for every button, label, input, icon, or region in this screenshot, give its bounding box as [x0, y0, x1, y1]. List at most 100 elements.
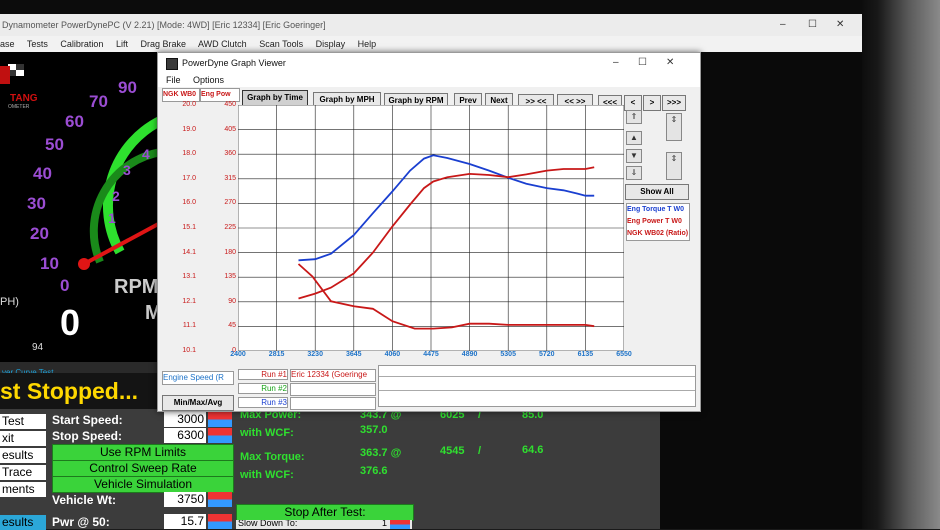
wcf-power-value: 357.0 [360, 424, 388, 436]
speed-tick-60: 60 [65, 112, 84, 131]
y-left-tick-label: 12.1 [182, 297, 196, 305]
y-right-tick-label: 225 [224, 224, 236, 231]
pwr-at-50-value[interactable]: 15.7 [164, 514, 206, 529]
vehicle-weight-spinner[interactable] [208, 492, 232, 507]
start-speed-label: Start Speed: [52, 413, 123, 427]
x-axis: 2400 2815 3230 3645 4060 4475 4890 5305 5720 6135… [222, 351, 642, 363]
slow-down-spinner[interactable] [390, 520, 410, 529]
control-sweep-rate-button[interactable]: Control Sweep Rate [52, 460, 234, 477]
app-title: Dynamometer PowerDynePC (V 2.21) [Mode: … [2, 20, 326, 30]
start-speed-spinner[interactable] [208, 412, 232, 427]
scroll-top-button[interactable]: ⇑ [626, 110, 642, 124]
app-close-button[interactable]: ✕ [836, 14, 844, 36]
run-1-detail: Eric 12334 (Goeringe [290, 369, 376, 382]
x-tick-label: 4475 [423, 351, 439, 358]
wcf-torque-label: with WCF: [240, 469, 294, 481]
menu-help[interactable]: Help [358, 39, 377, 49]
y-right-tick-label: 315 [224, 174, 236, 182]
speed-tick-70: 70 [89, 92, 108, 111]
y-left-tick-label: 13.1 [182, 273, 196, 281]
y-left-tick-label: 20.0 [182, 101, 196, 108]
vehicle-weight-value[interactable]: 3750 [164, 492, 206, 507]
menu-scan-tools[interactable]: Scan Tools [259, 39, 303, 49]
stop-speed-spinner[interactable] [208, 428, 232, 443]
show-all-button[interactable]: Show All [625, 184, 689, 200]
speedometer-gauge: TANG OMETER 90 80 70 60 50 40 30 20 10 0… [0, 52, 162, 362]
app-maximize-button[interactable]: ☐ [808, 14, 817, 36]
pwr-at-50-spinner[interactable] [208, 514, 232, 529]
menu-drag-brake[interactable]: Drag Brake [140, 39, 186, 49]
menu-display[interactable]: Display [316, 39, 346, 49]
y-right-tick-label: 450 [224, 101, 236, 108]
left-button-exit[interactable]: xit [0, 431, 46, 446]
rpm-tick-3: 3 [123, 162, 131, 178]
gv-menu-options[interactable]: Options [193, 75, 224, 85]
channel-tab-eng-pow[interactable]: Eng Pow [200, 88, 240, 102]
x-tick-label: 6135 [577, 351, 594, 358]
nav-prev-button[interactable]: < [624, 95, 642, 111]
stop-speed-label: Stop Speed: [52, 429, 123, 443]
run-3-detail [290, 397, 376, 410]
channel-tab-ngk[interactable]: NGK WB0 [162, 88, 200, 102]
mph-label: PH) [0, 296, 19, 308]
run-3-label[interactable]: Run #3 [238, 397, 288, 408]
run-1-label[interactable]: Run #1 [238, 369, 288, 380]
x-tick-label: 5720 [539, 351, 555, 358]
left-button-measurements[interactable]: ments [0, 482, 46, 497]
x-tick-label: 6550 [616, 351, 632, 358]
graph-viewer-maximize-button[interactable]: ☐ [638, 53, 647, 73]
y-right-tick-label: 45 [228, 322, 236, 330]
x-tick-label: 5305 [500, 351, 516, 358]
menu-awd-clutch[interactable]: AWD Clutch [198, 39, 247, 49]
nav-last-button[interactable]: >>> [662, 95, 686, 111]
y-left-tick-label: 14.1 [182, 248, 196, 256]
menu-calibration[interactable]: Calibration [60, 39, 103, 49]
min-max-avg-button[interactable]: Min/Max/Avg [162, 395, 234, 411]
scale-up-button[interactable]: ⇕ [666, 113, 682, 141]
x-tick-label: 4060 [384, 351, 401, 358]
gv-menu-file[interactable]: File [166, 75, 181, 85]
vehicle-simulation-button[interactable]: Vehicle Simulation [52, 476, 234, 493]
y-right-tick-label: 405 [224, 125, 236, 133]
legend-item-power[interactable]: Eng Power T W0 [627, 216, 689, 228]
app-menu-bar: ase Tests Calibration Lift Drag Brake AW… [0, 36, 862, 52]
rpm-label: RPM [114, 276, 159, 298]
graph-by-time-button[interactable]: Graph by Time [242, 90, 308, 106]
y-right-tick-label: 270 [224, 199, 236, 207]
max-torque-value: 363.7 @ [360, 447, 402, 459]
legend-item-torque[interactable]: Eng Torque T W0 [627, 204, 689, 216]
app-minimize-button[interactable]: – [780, 14, 786, 36]
left-button-results[interactable]: esults [0, 448, 46, 463]
slow-down-value[interactable]: 1 [382, 520, 387, 528]
y-right-tick-label: 90 [228, 297, 236, 305]
wcf-power-label: with WCF: [240, 427, 294, 439]
menu-lift[interactable]: Lift [116, 39, 128, 49]
vehicle-weight-label: Vehicle Wt: [52, 493, 117, 507]
nav-next-button[interactable]: > [643, 95, 661, 111]
left-button-trace[interactable]: Trace [0, 465, 46, 480]
max-torque-rpm: 4545 [440, 445, 465, 457]
stop-speed-value[interactable]: 6300 [164, 428, 206, 443]
scroll-bottom-button[interactable]: ⇓ [626, 166, 642, 180]
graph-viewer-minimize-button[interactable]: – [613, 53, 619, 73]
run-info-panel [378, 365, 696, 407]
left-button-results-2[interactable]: esults [0, 515, 46, 530]
x-tick-label: 4890 [461, 351, 478, 358]
scale-down-button[interactable]: ⇕ [666, 152, 682, 180]
use-rpm-limits-button[interactable]: Use RPM Limits [52, 444, 234, 461]
menu-tests[interactable]: Tests [27, 39, 48, 49]
run-info-divider-1 [379, 376, 695, 377]
graph-viewer-close-button[interactable]: ✕ [666, 53, 674, 73]
legend-item-ngk[interactable]: NGK WB02 (Ratio) [627, 228, 689, 240]
start-speed-value[interactable]: 3000 [164, 412, 206, 427]
scroll-up-button[interactable]: ▲ [626, 131, 642, 145]
left-button-test[interactable]: Test [0, 414, 46, 429]
stop-after-test-button[interactable]: Stop After Test: [236, 504, 414, 521]
scroll-down-button[interactable]: ▼ [626, 149, 642, 163]
engine-speed-field[interactable]: Engine Speed (R [162, 371, 234, 385]
run-2-label[interactable]: Run #2 [238, 383, 288, 394]
graph-viewer-title-bar: PowerDyne Graph Viewer – ☐ ✕ [158, 53, 700, 73]
run-2-detail [290, 383, 376, 396]
menu-file[interactable]: ase [0, 39, 15, 49]
checkered-flag-icon [0, 64, 24, 84]
